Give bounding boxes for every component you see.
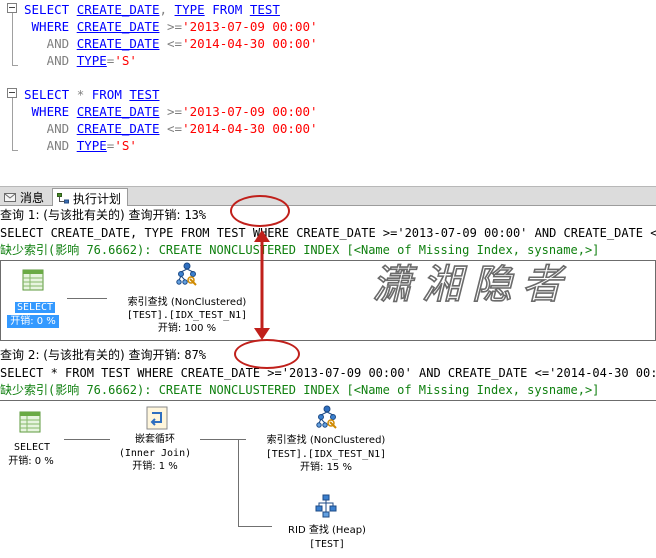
annotation-circle-cost2 [234, 339, 300, 369]
select-node-cost: 开销: 0 % [8, 456, 54, 467]
query1-header: 查询 1: (与该批有关的) 查询开销: 13% [0, 208, 207, 222]
rid-lookup-object: [TEST] [308, 539, 346, 550]
plan-connector [200, 439, 246, 440]
tab-execution-plan[interactable]: 执行计划 [52, 188, 129, 208]
execution-plan-icon [57, 193, 69, 204]
results-tab-bar: 消息 执行计划 [0, 186, 656, 208]
rid-lookup-title[interactable]: RID 查找 (Heap) [262, 524, 392, 537]
nested-loops-title[interactable]: 嵌套循环 [110, 433, 200, 446]
select-node-label[interactable]: SELECT [7, 301, 63, 314]
plan-connector [238, 439, 239, 527]
query2-cost: 87% [184, 348, 207, 362]
select-result-icon[interactable] [22, 269, 44, 291]
tab-label: 消息 [20, 191, 45, 205]
fold-region-line [12, 89, 18, 151]
plan-connector [64, 439, 110, 440]
code-line[interactable]: AND TYPE='S' [24, 137, 137, 154]
index-seek-icon[interactable] [175, 261, 199, 287]
divider [0, 400, 656, 401]
query1-cost: 13% [184, 208, 207, 222]
index-seek-cost: 开销: 15 % [300, 462, 352, 473]
query2-missing-index[interactable]: 缺少索引(影响 76.6662): CREATE NONCLUSTERED IN… [0, 382, 656, 399]
select-result-icon[interactable] [19, 411, 41, 433]
sql-editor[interactable]: SELECT CREATE_DATE, TYPE FROM TEST WHERE… [0, 0, 656, 186]
query2-header: 查询 2: (与该批有关的) 查询开销: 87% [0, 348, 207, 362]
select-node-label[interactable]: SELECT [4, 441, 60, 454]
plan-connector [67, 298, 107, 299]
annotation-circle-cost1 [230, 195, 290, 227]
collapse-icon[interactable] [7, 88, 17, 98]
code-line[interactable]: AND CREATE_DATE <='2014-04-30 00:00' [24, 120, 318, 137]
tab-label: 执行计划 [73, 192, 122, 206]
nested-loops-cost: 开销: 1 % [132, 461, 178, 472]
index-seek-icon[interactable] [315, 404, 339, 430]
watermark: 潇湘隐者 [371, 261, 572, 309]
tab-messages[interactable]: 消息 [0, 188, 50, 207]
execution-plan-pane: 查询 1: (与该批有关的) 查询开销: 13% SELECT CREATE_D… [0, 195, 656, 558]
query1-sql: SELECT CREATE_DATE, TYPE FROM TEST WHERE… [0, 226, 656, 240]
code-line[interactable]: SELECT * FROM TEST [24, 86, 160, 103]
index-seek-title[interactable]: 索引查找 (NonClustered) [248, 434, 404, 447]
query2-sql: SELECT * FROM TEST WHERE CREATE_DATE >='… [0, 366, 656, 380]
code-line[interactable]: AND CREATE_DATE <='2014-04-30 00:00' [24, 35, 318, 52]
nested-loops-icon[interactable] [146, 406, 168, 430]
index-seek-object: [TEST].[IDX_TEST_N1] [126, 310, 248, 321]
index-seek-cost: 开销: 100 % [157, 323, 217, 334]
index-seek-object: [TEST].[IDX_TEST_N1] [265, 449, 387, 460]
messages-icon [4, 193, 16, 202]
code-line[interactable]: WHERE CREATE_DATE >='2013-07-09 00:00' [24, 18, 318, 35]
code-line[interactable]: SELECT CREATE_DATE, TYPE FROM TEST [24, 1, 280, 18]
index-seek-title[interactable]: 索引查找 (NonClustered) [109, 296, 265, 309]
annotation-double-arrow [254, 230, 270, 340]
collapse-icon[interactable] [7, 3, 17, 13]
code-line[interactable]: WHERE CREATE_DATE >='2013-07-09 00:00' [24, 103, 318, 120]
rid-lookup-icon[interactable] [314, 494, 338, 518]
code-line[interactable]: AND TYPE='S' [24, 52, 137, 69]
nested-loops-subtitle: (Inner Join) [118, 448, 192, 459]
select-node-cost: 开销: 0 % [1, 315, 65, 328]
